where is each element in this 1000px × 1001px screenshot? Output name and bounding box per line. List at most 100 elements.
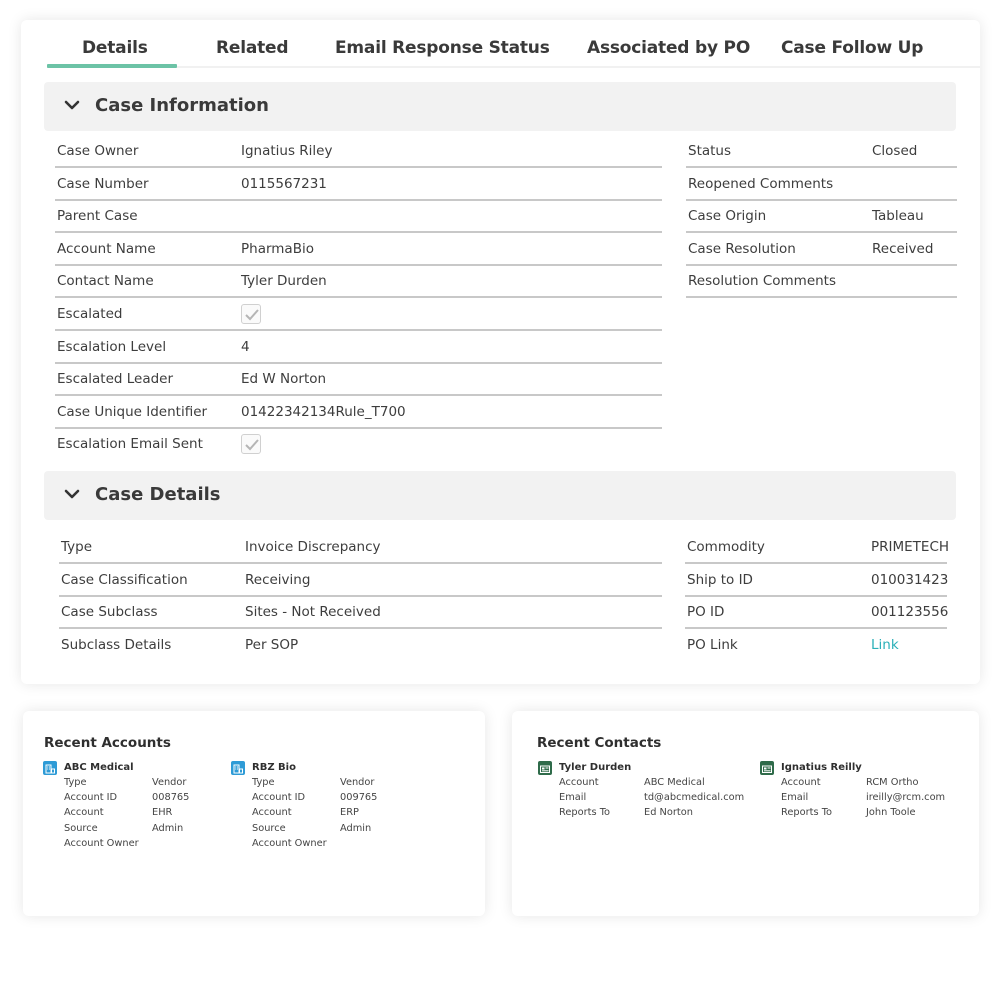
record-field-key: Email xyxy=(781,792,809,804)
tab-case-follow-up[interactable]: Case Follow Up xyxy=(781,38,923,58)
field-value: Per SOP xyxy=(245,636,299,653)
field-value: Receiving xyxy=(245,571,311,588)
record-name[interactable]: Ignatius Reilly xyxy=(781,762,862,773)
record-field-key: Account Owner xyxy=(252,837,327,849)
field-row: Escalation Level 4 xyxy=(55,332,662,364)
recent-contacts-title: Recent Contacts xyxy=(537,735,662,751)
tab-details[interactable]: Details xyxy=(82,38,148,58)
field-row: Commodity PRIMETECH xyxy=(685,532,950,564)
tab-bar: Details Related Email Response Status As… xyxy=(47,20,980,68)
record-field-key: Account xyxy=(559,777,599,788)
record-field-value: 009765 xyxy=(340,792,378,804)
field-label: Escalation Email Sent xyxy=(57,436,203,453)
record-field-key: Source xyxy=(64,822,98,834)
case-information-header[interactable]: Case Information xyxy=(44,82,956,131)
field-value: Tyler Durden xyxy=(241,273,327,290)
field-row: Contact Name Tyler Durden xyxy=(55,266,662,299)
record-field-value: Admin xyxy=(152,822,184,834)
record-name[interactable]: Tyler Durden xyxy=(559,762,631,773)
field-value: Closed xyxy=(872,143,918,159)
section-title: Case Information xyxy=(95,95,269,116)
field-row: Case Number 0115567231 xyxy=(55,169,662,201)
field-value: 001123556 xyxy=(871,604,949,620)
field-row: Case Origin Tableau xyxy=(686,201,957,234)
field-label: Ship to ID xyxy=(687,571,753,588)
account-building-icon xyxy=(231,761,245,775)
field-label: Case Subclass xyxy=(61,604,158,620)
record-name[interactable]: RBZ Bio xyxy=(252,762,296,773)
field-value: Invoice Discrepancy xyxy=(245,539,381,555)
field-row: Case Classification Receiving xyxy=(59,565,662,597)
record-field: Reports To John Toole xyxy=(781,807,981,821)
record-field-value: ireilly@rcm.com xyxy=(866,792,946,804)
chevron-down-icon xyxy=(64,100,80,110)
record-field-key: Account ID xyxy=(252,792,306,804)
active-tab-indicator xyxy=(47,64,177,68)
record-field-key: Account xyxy=(64,807,104,819)
case-details-header[interactable]: Case Details xyxy=(44,471,956,520)
field-row: Status Closed xyxy=(686,136,957,168)
record-field-value: ERP xyxy=(340,807,359,819)
field-label: Escalated Leader xyxy=(57,371,174,388)
checkbox[interactable] xyxy=(241,434,261,455)
record-field: Account ERP xyxy=(252,807,452,821)
record-field-key: Account Owner xyxy=(64,837,139,849)
record-field: Account RCM Ortho xyxy=(781,777,981,791)
field-row: Account Name PharmaBio xyxy=(55,234,662,266)
checkbox[interactable] xyxy=(241,304,261,324)
tab-email-response-status[interactable]: Email Response Status xyxy=(335,38,550,58)
field-label: Account Name xyxy=(57,240,156,257)
field-label: Case Resolution xyxy=(688,240,796,257)
record-field-key: Account xyxy=(252,807,292,819)
record-field-value: td@abcmedical.com xyxy=(644,792,745,804)
field-label: Reopened Comments xyxy=(688,175,834,192)
record-field-value: Vendor xyxy=(340,777,375,788)
field-label: Resolution Comments xyxy=(688,273,837,290)
record-field-key: Type xyxy=(252,777,275,788)
field-label: Status xyxy=(688,143,732,159)
po-link[interactable]: Link xyxy=(871,637,899,653)
field-label: Case Origin xyxy=(688,208,767,225)
tab-associated-by-po[interactable]: Associated by PO xyxy=(587,38,750,58)
record-field-key: Reports To xyxy=(781,807,833,819)
record-field: Account ID 009765 xyxy=(252,792,452,806)
recent-accounts-card: Recent Accounts ABC Medical Type Vendor Acc… xyxy=(23,711,485,916)
contact-card-icon xyxy=(538,761,552,775)
contact-record: Tyler Durden Account ABC Medical Email td@ab… xyxy=(538,761,758,861)
field-row: Reopened Comments xyxy=(686,169,957,201)
chevron-down-icon xyxy=(64,489,80,499)
record-field-key: Source xyxy=(252,822,286,834)
tab-related[interactable]: Related xyxy=(216,38,289,58)
field-row: Case Owner Ignatius Riley xyxy=(55,136,662,168)
field-label: Commodity xyxy=(687,539,765,555)
record-field-value: John Toole xyxy=(866,807,916,819)
field-value: PRIMETECH xyxy=(871,539,950,555)
field-label: Contact Name xyxy=(57,273,154,290)
field-value: Tableau xyxy=(872,208,924,225)
field-label: PO Link xyxy=(687,636,738,653)
field-value: 010031423 xyxy=(871,571,949,588)
field-label: Escalated xyxy=(57,306,123,322)
checkmark-icon xyxy=(245,439,259,451)
record-field: Source Admin xyxy=(252,823,452,837)
field-label: Case Owner xyxy=(57,143,139,159)
field-value: 01422342134Rule_T700 xyxy=(241,403,406,420)
field-row: Escalated xyxy=(55,299,662,331)
field-row: Resolution Comments xyxy=(686,266,957,299)
field-value: Ignatius Riley xyxy=(241,143,333,159)
field-value: Ed W Norton xyxy=(241,371,327,388)
record-name[interactable]: ABC Medical xyxy=(64,762,134,773)
record-field-value: RCM Ortho xyxy=(866,777,919,788)
field-row: Subclass Details Per SOP xyxy=(59,630,662,662)
section-title: Case Details xyxy=(95,484,221,505)
record-field-key: Type xyxy=(64,777,87,788)
field-label: Case Number xyxy=(57,175,149,192)
record-field: Email ireilly@rcm.com xyxy=(781,792,981,806)
record-field: Email td@abcmedical.com xyxy=(559,792,759,806)
field-label: Type xyxy=(61,539,93,555)
contact-record: Ignatius Reilly Account RCM Ortho Email irei… xyxy=(760,761,980,861)
case-record-card: Details Related Email Response Status As… xyxy=(21,20,980,684)
field-value: 4 xyxy=(241,338,250,355)
record-field: Type Vendor xyxy=(252,777,452,791)
field-row: Case Unique Identifier 01422342134Rule_T7… xyxy=(55,397,662,429)
